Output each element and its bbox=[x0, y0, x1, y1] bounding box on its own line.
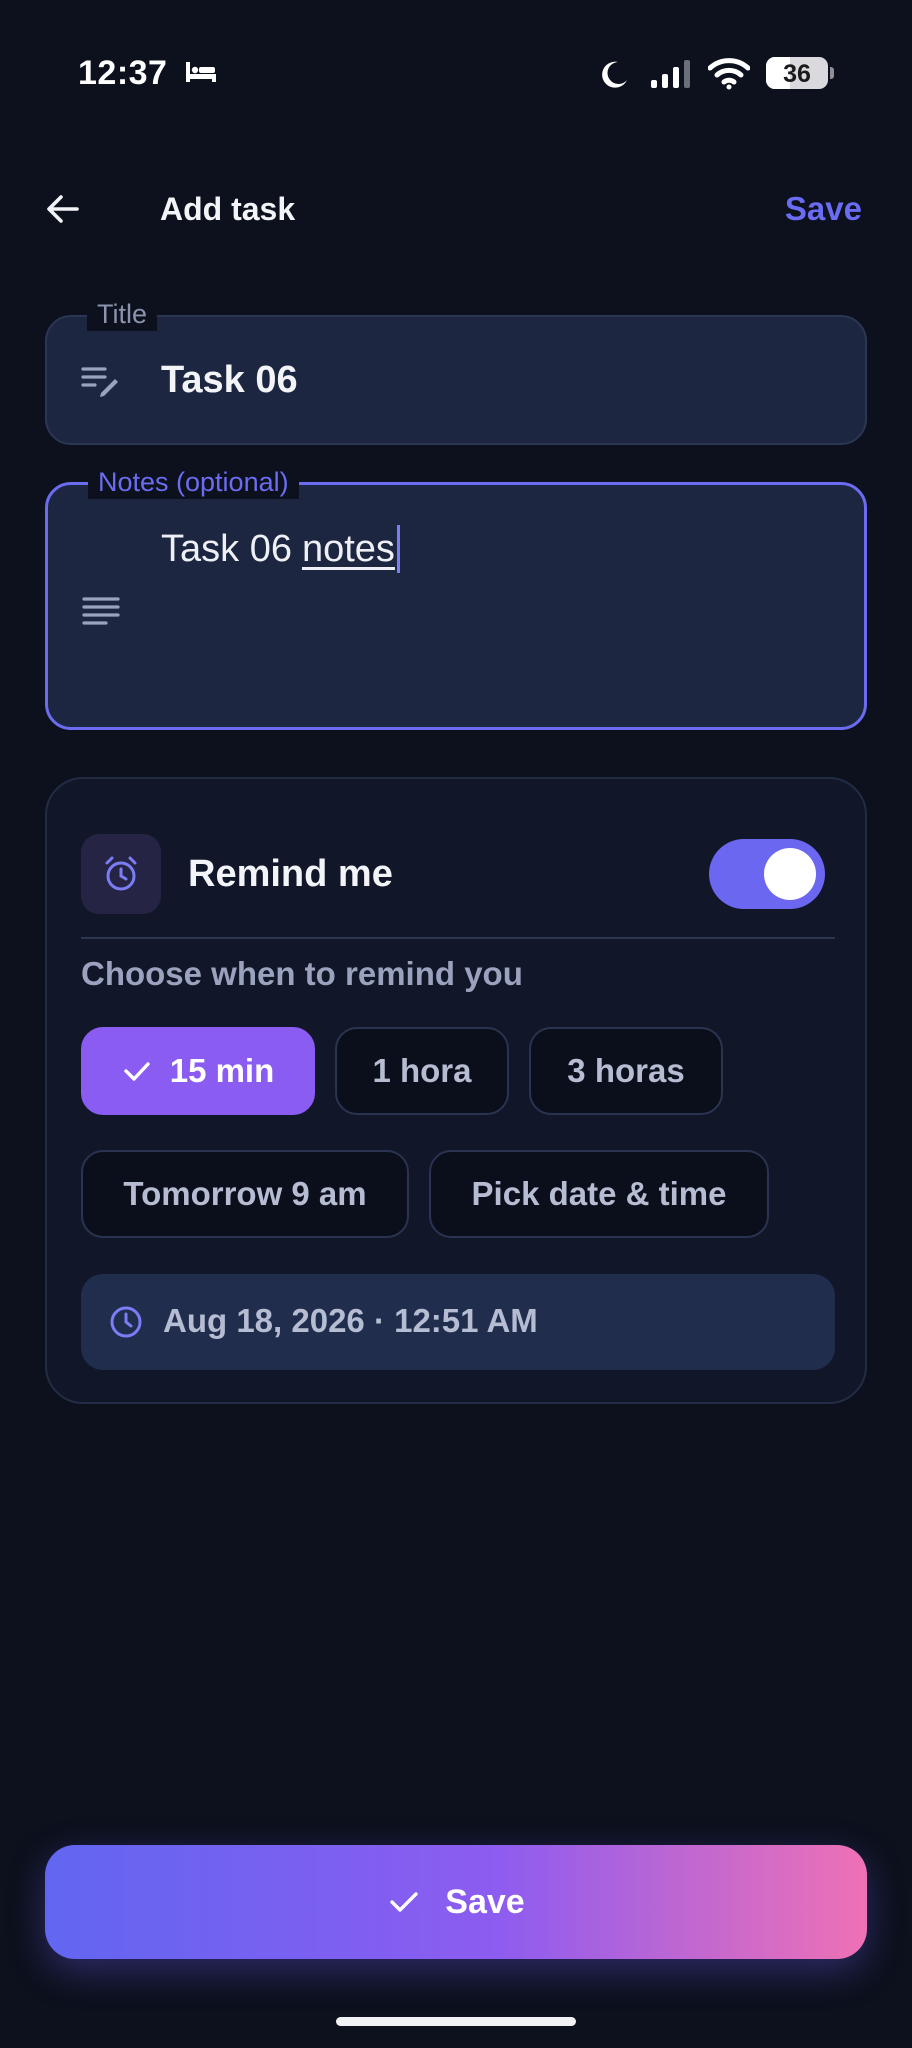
notes-field[interactable]: Notes (optional) Task 06 notes bbox=[45, 465, 867, 730]
bed-icon bbox=[186, 62, 216, 82]
save-header-button[interactable]: Save bbox=[785, 190, 862, 228]
battery-level: 36 bbox=[783, 60, 811, 88]
clock-icon bbox=[110, 1306, 142, 1338]
reminder-option-pick-date[interactable]: Pick date & time bbox=[429, 1150, 769, 1238]
alarm-icon bbox=[105, 856, 137, 891]
check-icon bbox=[390, 1892, 418, 1912]
title-field[interactable]: Title Task 06 bbox=[45, 297, 867, 445]
save-button[interactable]: Save bbox=[45, 1845, 867, 1959]
alarm-badge bbox=[81, 834, 161, 914]
signal-icon bbox=[651, 60, 690, 88]
choose-when-label: Choose when to remind you bbox=[81, 955, 523, 992]
notes-text-composing: notes bbox=[301, 527, 395, 570]
check-icon bbox=[124, 1062, 150, 1081]
wifi-icon bbox=[708, 58, 750, 90]
remind-me-label: Remind me bbox=[188, 853, 393, 895]
status-bar: 12:37 36 bbox=[0, 0, 912, 150]
chip-label: Tomorrow 9 am bbox=[123, 1175, 367, 1212]
save-button-label: Save bbox=[445, 1882, 525, 1921]
reminder-card: Remind me Choose when to remind you 15 m… bbox=[45, 777, 867, 1404]
toggle-knob bbox=[764, 848, 816, 900]
arrow-left-icon bbox=[47, 195, 79, 223]
notes-lines-icon bbox=[82, 597, 120, 625]
selected-datetime[interactable]: Aug 18, 2026 · 12:51 AM bbox=[81, 1274, 835, 1370]
text-cursor bbox=[396, 525, 400, 573]
title-field-label: Title bbox=[87, 297, 158, 331]
selected-datetime-text: Aug 18, 2026 · 12:51 AM bbox=[163, 1302, 538, 1339]
chip-label: 3 horas bbox=[567, 1052, 685, 1089]
reminder-option-3-horas[interactable]: 3 horas bbox=[529, 1027, 723, 1115]
divider bbox=[81, 937, 835, 939]
edit-lines-icon bbox=[81, 367, 118, 397]
reminder-option-15-min[interactable]: 15 min bbox=[81, 1027, 315, 1115]
reminder-option-tomorrow[interactable]: Tomorrow 9 am bbox=[81, 1150, 409, 1238]
remind-me-toggle[interactable] bbox=[709, 839, 825, 909]
page-title: Add task bbox=[160, 191, 296, 227]
reminder-option-1-hora[interactable]: 1 hora bbox=[335, 1027, 509, 1115]
chip-label: 15 min bbox=[169, 1052, 275, 1089]
back-button[interactable] bbox=[40, 186, 86, 232]
moon-icon bbox=[602, 61, 627, 88]
chip-label: 1 hora bbox=[372, 1052, 472, 1089]
status-time: 12:37 bbox=[78, 54, 168, 92]
chip-label: Pick date & time bbox=[471, 1175, 727, 1212]
notes-text: Task 06 bbox=[161, 527, 292, 570]
home-indicator[interactable] bbox=[336, 2017, 576, 2026]
title-input[interactable]: Task 06 bbox=[161, 359, 298, 402]
notes-input[interactable]: Task 06 notes bbox=[161, 525, 400, 573]
battery-icon: 36 bbox=[766, 57, 834, 89]
app-bar: Add task Save bbox=[0, 170, 912, 246]
notes-field-label: Notes (optional) bbox=[88, 465, 299, 499]
